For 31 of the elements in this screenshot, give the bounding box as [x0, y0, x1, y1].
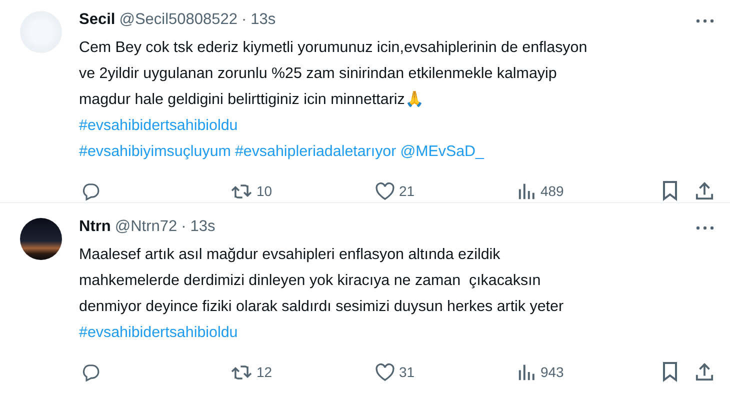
timestamp[interactable]: 13s: [190, 218, 216, 236]
bar-chart-icon[interactable]: [518, 182, 536, 200]
heart-icon[interactable]: [374, 182, 395, 200]
user-handle[interactable]: @Ntrn72: [114, 218, 178, 236]
reply-icon[interactable]: [81, 362, 100, 382]
separator-dot: ·: [181, 218, 186, 236]
timestamp[interactable]: 13s: [250, 11, 276, 29]
repost-count: 10: [256, 183, 272, 199]
more-icon[interactable]: [696, 19, 714, 23]
like-count: 31: [398, 364, 415, 380]
tweet-text: Maalesef artık asıl mağdur evsahipleri enflasyon altında ezildik mahkemelerde derdimizi dinleyen yok kiracıya ne zaman çıkacaksın denmiyor deyince fiziki olarak saldırdı sesimizi duysun herkes artik yeter: [79, 245, 565, 317]
repost-icon[interactable]: [231, 182, 252, 200]
heart-icon[interactable]: [374, 362, 395, 382]
bookmark-icon[interactable]: [662, 181, 678, 201]
repost-icon[interactable]: [231, 362, 252, 382]
share-icon[interactable]: [695, 181, 714, 201]
avatar-photo-placeholder[interactable]: [20, 218, 62, 260]
like-count: 21: [398, 183, 415, 199]
user-name[interactable]: Secil: [79, 11, 116, 29]
bar-chart-icon[interactable]: [518, 363, 536, 381]
share-icon[interactable]: [695, 362, 714, 382]
reply-icon[interactable]: [81, 182, 100, 200]
view-count: 489: [540, 183, 564, 199]
user-handle[interactable]: @Secil50808522: [119, 11, 238, 29]
more-icon[interactable]: [696, 226, 714, 230]
view-count: 943: [540, 364, 564, 380]
tweet-text: Cem Bey cok tsk ederiz kiymetli yorumunuz icin,evsahiplerinin de enflasyon ve 2yildir uygulanan zorunlu %25 zam sinirindan etkilenmekle kalmayip magdur hale geldigini belirttiginiz icin minnettariz🙏: [79, 38, 588, 110]
user-name[interactable]: Ntrn: [79, 218, 111, 236]
separator-dot: ·: [242, 11, 247, 29]
bookmark-icon[interactable]: [662, 362, 678, 382]
repost-count: 12: [256, 364, 272, 380]
